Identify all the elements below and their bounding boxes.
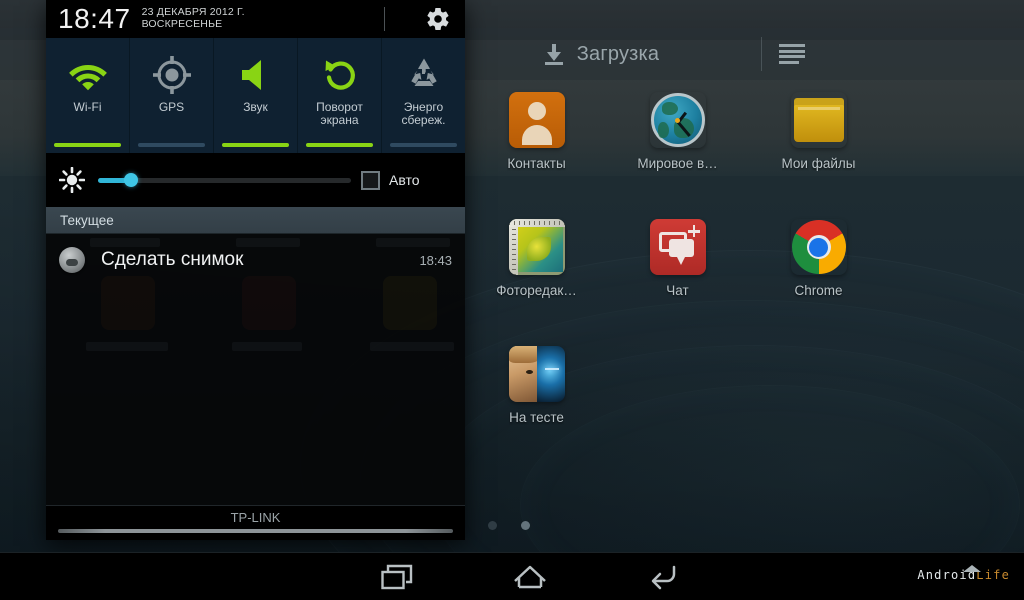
app-my-files[interactable]: Мои файлы xyxy=(748,88,889,171)
tab-download[interactable]: Загрузка xyxy=(441,28,761,80)
toggle-state-bar xyxy=(306,143,373,147)
quick-settings-toggles: Wi-Fi GPS Звук Поворот экрана Энерго сбе… xyxy=(46,38,465,153)
app-row: Фоторедак… Чат Chrome xyxy=(466,215,1024,298)
toggle-label-line1: Поворот xyxy=(316,100,363,114)
brightness-slider-thumb[interactable] xyxy=(123,173,138,187)
status-date-line2: ВОСКРЕСЕНЬЕ xyxy=(141,18,223,30)
na-teste-game-icon xyxy=(508,346,565,402)
chat-icon xyxy=(649,219,706,275)
chrome-icon xyxy=(791,219,847,275)
panel-drag-handle[interactable] xyxy=(58,529,453,533)
wifi-icon xyxy=(67,52,109,98)
back-button[interactable] xyxy=(627,553,699,600)
home-screen-apps: Контакты Мировое в… Мои файлы Фоторедак…… xyxy=(466,88,1024,425)
toggle-sound[interactable]: Звук xyxy=(213,38,297,153)
app-row: Контакты Мировое в… Мои файлы xyxy=(466,88,1024,171)
section-title: Текущее xyxy=(60,212,114,228)
rotate-screen-icon xyxy=(322,52,358,98)
notification-item[interactable]: Сделать снимок 18:43 xyxy=(46,234,465,286)
toggle-label-line1: Энерго xyxy=(403,100,444,114)
toggle-wifi[interactable]: Wi-Fi xyxy=(46,38,129,153)
toggle-state-bar xyxy=(54,143,121,147)
home-icon xyxy=(514,565,546,589)
status-clock: 18:47 xyxy=(58,3,131,34)
toggle-state-bar xyxy=(390,143,457,147)
status-date: 23 ДЕКАБРЯ 2012 Г. ВОСКРЕСЕНЬЕ xyxy=(141,6,245,31)
menu-button[interactable] xyxy=(762,28,822,80)
contacts-icon xyxy=(508,92,565,148)
app-label: Контакты xyxy=(507,156,566,171)
app-label: Чат xyxy=(666,283,689,298)
recents-button[interactable] xyxy=(361,553,433,600)
app-row: На тесте xyxy=(466,342,1024,425)
toggle-label-line2: экрана xyxy=(320,113,359,128)
toggle-power-saving[interactable]: Энерго сбереж. xyxy=(381,38,465,153)
home-button[interactable] xyxy=(494,553,566,600)
page-dot-active[interactable] xyxy=(521,521,530,530)
app-label: Фоторедак… xyxy=(496,283,577,298)
app-na-teste[interactable]: На тесте xyxy=(466,342,607,425)
panel-footer[interactable]: TP-LINK xyxy=(46,505,465,540)
toggle-gps[interactable]: GPS xyxy=(129,38,213,153)
page-dot[interactable] xyxy=(488,521,497,530)
gps-crosshair-icon xyxy=(152,52,192,98)
sound-speaker-icon xyxy=(238,52,274,98)
recents-icon xyxy=(380,564,412,590)
auto-brightness-checkbox[interactable] xyxy=(361,170,380,190)
toggle-label: Звук xyxy=(243,100,268,114)
toggle-label: GPS xyxy=(158,100,185,114)
app-label: Мировое в… xyxy=(637,156,718,171)
brightness-sun-icon xyxy=(46,167,98,193)
notification-list: Сделать снимок 18:43 xyxy=(46,234,465,505)
toggle-label-line2: сбереж. xyxy=(401,113,446,128)
back-icon xyxy=(652,565,676,590)
toggle-state-bar xyxy=(222,143,289,147)
gear-icon xyxy=(427,8,449,30)
toggle-label: Wi-Fi xyxy=(73,100,102,114)
watermark-home-glyph xyxy=(963,564,982,572)
screenshot-camera-icon xyxy=(59,247,85,273)
download-icon xyxy=(543,43,565,65)
auto-brightness-label: Авто xyxy=(389,172,420,188)
app-contacts[interactable]: Контакты xyxy=(466,88,607,171)
watermark-part2: Life xyxy=(976,567,1010,582)
toggle-label: Поворот экрана xyxy=(316,100,363,128)
world-clock-icon xyxy=(650,92,706,148)
app-chat[interactable]: Чат xyxy=(607,215,748,298)
app-photo-editor[interactable]: Фоторедак… xyxy=(466,215,607,298)
app-label: На тесте xyxy=(509,410,564,425)
photo-editor-icon xyxy=(508,219,565,275)
app-chrome[interactable]: Chrome xyxy=(748,215,889,298)
notification-panel: 18:47 23 ДЕКАБРЯ 2012 Г. ВОСКРЕСЕНЬЕ Wi-… xyxy=(46,0,465,540)
android-tablet-screen: джеты Загрузка Контакты xyxy=(0,0,1024,600)
toggle-label: Энерго сбереж. xyxy=(401,100,446,128)
notification-time: 18:43 xyxy=(419,252,452,268)
app-world-clock[interactable]: Мировое в… xyxy=(607,88,748,171)
auto-brightness-toggle[interactable]: Авто xyxy=(361,170,465,190)
power-saving-icon xyxy=(405,52,443,98)
notifications-section-header: Текущее xyxy=(46,207,465,234)
menu-icon xyxy=(779,44,805,64)
brightness-slider[interactable] xyxy=(98,173,351,187)
watermark: Android Life xyxy=(917,564,1010,582)
app-label: Chrome xyxy=(794,283,843,298)
status-bar: 18:47 23 ДЕКАБРЯ 2012 Г. ВОСКРЕСЕНЬЕ xyxy=(46,0,465,38)
navigation-bar: Android Life xyxy=(0,552,1024,600)
tab-download-label: Загрузка xyxy=(576,42,660,65)
toggle-state-bar xyxy=(138,143,205,147)
toggle-screen-rotation[interactable]: Поворот экрана xyxy=(297,38,381,153)
my-files-folder-icon xyxy=(791,92,847,148)
brightness-row: Авто xyxy=(46,153,465,207)
notification-title: Сделать снимок xyxy=(101,249,244,270)
page-indicator xyxy=(466,521,1024,530)
settings-button[interactable] xyxy=(425,6,451,32)
wifi-network-label: TP-LINK xyxy=(230,510,281,525)
app-label: Мои файлы xyxy=(781,156,856,171)
